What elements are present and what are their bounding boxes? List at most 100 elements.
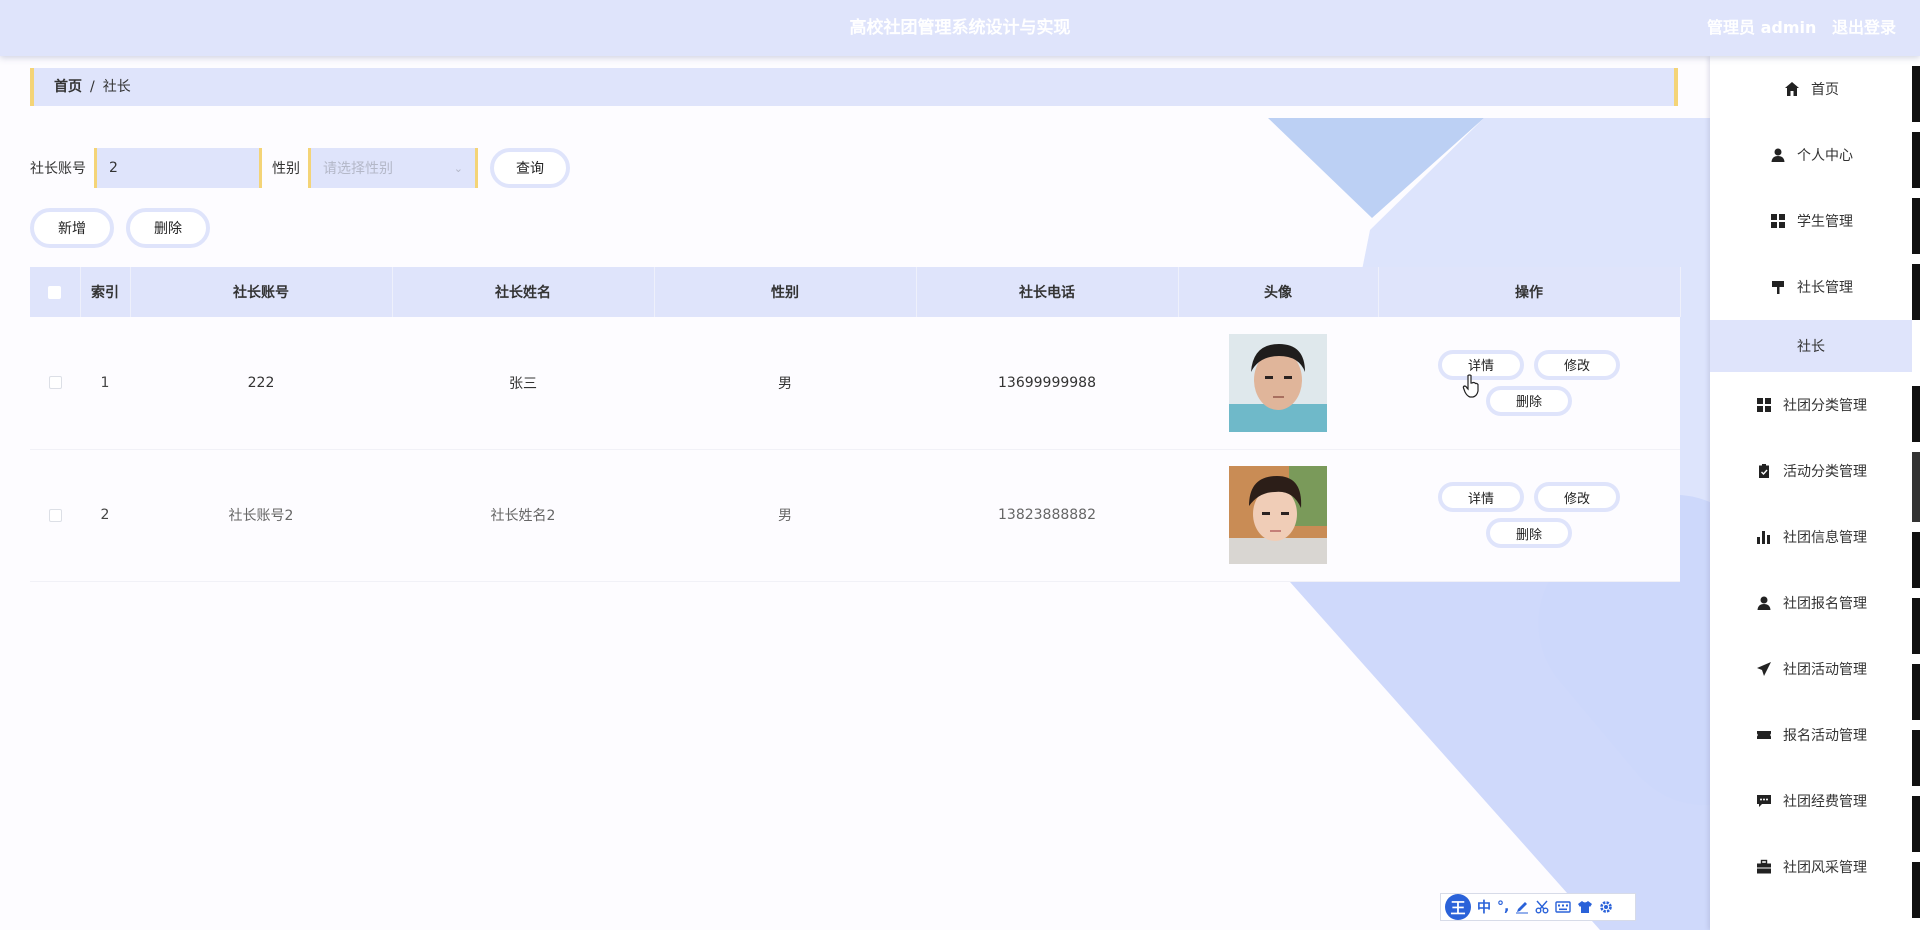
detail-button[interactable]: 详情 (1438, 349, 1524, 380)
sidebar-item-label: 活动分类管理 (1783, 464, 1867, 480)
sidebar-item-label: 社团经费管理 (1783, 794, 1867, 810)
avatar-cell (1178, 317, 1378, 450)
data-table: 索引 社长账号 社长姓名 性别 社长电话 头像 操作 1 222 张三 男 13… (30, 267, 1681, 582)
sidebar-item-club-fund-management[interactable]: 社团经费管理 (1710, 768, 1912, 834)
account-label: 社长账号 (30, 161, 86, 177)
sidebar-item-president-management[interactable]: 社长管理 (1710, 254, 1912, 320)
gender-cell: 男 (654, 449, 916, 582)
sidebar-item-label: 社长管理 (1797, 280, 1853, 296)
system-title: 高校社团管理系统设计与实现 (849, 18, 1071, 38)
breadcrumb-separator: / (90, 79, 95, 95)
breadcrumb-home[interactable]: 首页 (54, 79, 82, 95)
user-area: 管理员 admin 退出登录 (1697, 0, 1896, 56)
ime-logo[interactable]: 王 (1445, 894, 1471, 920)
scissors-icon[interactable] (1535, 900, 1549, 914)
chevron-down-icon: ⌄ (453, 161, 463, 175)
sidebar-item-label: 社团分类管理 (1783, 398, 1867, 414)
avatar-image (1229, 466, 1327, 564)
sidebar-item-label: 报名活动管理 (1783, 728, 1867, 744)
sidebar-menu: 首页 个人中心 学生管理 社长管理 社长 社团分类管理 活动分类管理 社团信息管… (1710, 56, 1912, 930)
row-operations: 详情 修改 删除 (1429, 482, 1629, 548)
column-header: 操作 (1378, 267, 1681, 317)
column-header: 头像 (1178, 267, 1379, 317)
select-all-checkbox[interactable] (48, 285, 62, 299)
sidebar-item-label: 个人中心 (1797, 148, 1853, 164)
table-header-row: 索引 社长账号 社长姓名 性别 社长电话 头像 操作 (30, 267, 1681, 317)
account-cell: 222 (130, 317, 392, 450)
operations-cell: 详情 修改 删除 (1378, 449, 1680, 582)
sidebar-item-club-showcase-management[interactable]: 社团风采管理 (1710, 834, 1912, 900)
sidebar-item-home[interactable]: 首页 (1710, 56, 1912, 122)
keyboard-icon[interactable] (1555, 900, 1572, 914)
delete-button[interactable]: 删除 (1486, 518, 1572, 548)
table-row: 2 社长账号2 社长姓名2 男 13823888882 详情 修改 删除 (30, 449, 1680, 582)
ime-toolbar: 王 中 °, (1440, 893, 1636, 921)
delete-button[interactable]: 删除 (1486, 385, 1572, 416)
account-input[interactable]: 2 (94, 148, 262, 188)
edit-button[interactable]: 修改 (1534, 349, 1620, 380)
name-cell: 张三 (392, 317, 654, 450)
column-header: 性别 (654, 267, 917, 317)
batch-delete-button[interactable]: 删除 (126, 208, 210, 248)
gender-label: 性别 (272, 161, 300, 177)
gender-select-placeholder: 请选择性别 (323, 161, 393, 177)
sidebar-item-label: 社团风采管理 (1783, 860, 1867, 876)
sidebar-item-personal-center[interactable]: 个人中心 (1710, 122, 1912, 188)
account-cell: 社长账号2 (130, 449, 392, 582)
logout-link[interactable]: 退出登录 (1832, 18, 1896, 37)
phone-cell: 13823888882 (916, 449, 1178, 582)
column-header: 社长电话 (916, 267, 1179, 317)
sidebar-item-label: 社团活动管理 (1783, 662, 1867, 678)
row-checkbox[interactable] (48, 508, 62, 522)
name-cell: 社长姓名2 (392, 449, 654, 582)
gender-cell: 男 (654, 317, 916, 450)
signpost-icon (1769, 278, 1787, 296)
ticket-icon (1755, 726, 1773, 744)
add-button[interactable]: 新增 (30, 208, 114, 248)
sidebar-item-label: 首页 (1811, 82, 1839, 98)
gender-select[interactable]: 请选择性别 ⌄ (308, 148, 478, 188)
operations-cell: 详情 修改 删除 (1378, 317, 1680, 450)
detail-button[interactable]: 详情 (1438, 482, 1524, 512)
sidebar-item-club-activity-management[interactable]: 社团活动管理 (1710, 636, 1912, 702)
sidebar-item-label: 社长 (1797, 339, 1825, 355)
sidebar-item-activity-category-management[interactable]: 活动分类管理 (1710, 438, 1912, 504)
query-button[interactable]: 查询 (490, 148, 570, 188)
column-header: 社长姓名 (392, 267, 655, 317)
admin-role: 管理员 admin (1707, 18, 1817, 37)
top-header: 高校社团管理系统设计与实现 管理员 admin 退出登录 (0, 0, 1920, 56)
grid-icon (1769, 212, 1787, 230)
row-select-cell (30, 317, 80, 450)
sidebar-item-club-category-management[interactable]: 社团分类管理 (1710, 372, 1912, 438)
sidebar-item-club-info-management[interactable]: 社团信息管理 (1710, 504, 1912, 570)
gear-icon[interactable] (1599, 900, 1613, 914)
bar-chart-icon (1755, 528, 1773, 546)
grid-icon (1755, 396, 1773, 414)
row-checkbox[interactable] (48, 376, 62, 390)
sidebar-item-label: 学生管理 (1797, 214, 1853, 230)
index-cell: 2 (80, 449, 130, 582)
index-cell: 1 (80, 317, 130, 450)
avatar[interactable] (1229, 333, 1327, 432)
avatar-cell (1178, 449, 1378, 582)
user-icon (1755, 594, 1773, 612)
paper-plane-icon (1755, 660, 1773, 678)
phone-cell: 13699999988 (916, 317, 1178, 450)
breadcrumb: 首页 / 社长 (30, 68, 1678, 106)
user-icon (1769, 146, 1787, 164)
skin-shirt-icon[interactable] (1577, 900, 1593, 914)
avatar[interactable] (1229, 466, 1327, 564)
ime-mode[interactable]: 中 (1477, 897, 1491, 917)
search-bar: 社长账号 2 性别 请选择性别 ⌄ 查询 (30, 148, 570, 188)
row-select-cell (30, 449, 80, 582)
sidebar-item-president[interactable]: 社长 (1710, 320, 1912, 372)
avatar-image (1229, 333, 1327, 432)
sidebar-item-student-management[interactable]: 学生管理 (1710, 188, 1912, 254)
sidebar-item-club-registration-management[interactable]: 社团报名管理 (1710, 570, 1912, 636)
action-bar: 新增 删除 (30, 208, 210, 248)
sidebar-item-activity-registration-management[interactable]: 报名活动管理 (1710, 702, 1912, 768)
sidebar-item-label: 社团报名管理 (1783, 596, 1867, 612)
ime-punctuation[interactable]: °, (1497, 899, 1509, 915)
pen-icon[interactable] (1515, 900, 1529, 914)
edit-button[interactable]: 修改 (1534, 482, 1620, 512)
